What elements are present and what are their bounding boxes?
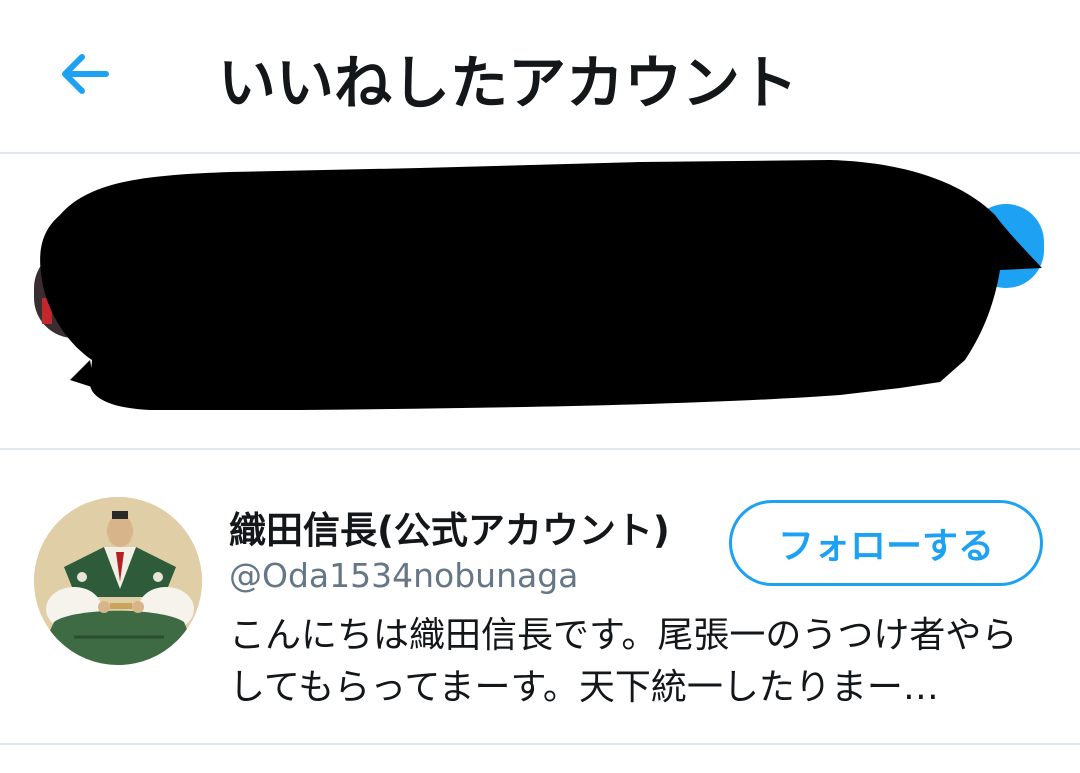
account-handle: @Oda1534nobunaga (229, 556, 579, 595)
samurai-portrait-avatar (34, 497, 202, 665)
follow-button[interactable]: フォローする (729, 500, 1043, 586)
avatar[interactable] (34, 497, 202, 665)
next-row-edge (0, 745, 1080, 773)
redaction-scribble (40, 160, 1042, 410)
account-bio: こんにちは織田信長です。尾張一のうつけ者やらしてもらってまーす。天下統一したりま… (229, 615, 1018, 708)
account-name[interactable]: 織田信長(公式アカウント) (229, 500, 670, 554)
